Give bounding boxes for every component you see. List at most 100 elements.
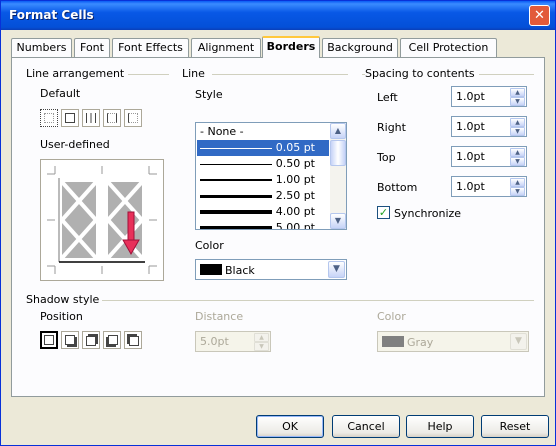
top-value: 1.0pt <box>456 150 485 163</box>
shadow-bottom-right-icon <box>65 335 75 345</box>
line-color-swatch <box>200 264 222 275</box>
line-color-dropdown[interactable]: Black ▼ <box>195 259 347 280</box>
preset-inner-vertical-button[interactable] <box>82 109 100 127</box>
right-spin-field[interactable]: 1.0pt ▲ ▼ <box>451 116 527 137</box>
shadow-none-icon <box>44 335 54 345</box>
chevron-down-icon[interactable]: ▼ <box>328 261 345 278</box>
line-color-value: Black <box>225 264 255 277</box>
line-style-label: - None - <box>200 125 244 138</box>
line-style-item[interactable]: 5.00 pt <box>197 220 329 230</box>
shadow-bottom-left-icon <box>108 335 118 345</box>
chevron-down-icon[interactable]: ▼ <box>510 333 527 350</box>
line-style-sample <box>200 164 272 165</box>
spin-up-icon[interactable]: ▲ <box>510 88 525 97</box>
line-color-label: Color <box>195 239 224 252</box>
cancel-button[interactable]: Cancel <box>332 415 400 438</box>
top-spin-field[interactable]: 1.0pt ▲ ▼ <box>451 146 527 167</box>
user-defined-label: User-defined <box>40 138 110 151</box>
shadow-distance-field[interactable]: 5.0pt ▲ ▼ <box>195 331 271 352</box>
style-label: Style <box>195 88 223 101</box>
shadow-color-dropdown[interactable]: Gray ▼ <box>377 331 529 352</box>
scroll-up-icon[interactable]: ▲ <box>330 123 346 139</box>
reset-button[interactable]: Reset <box>481 415 549 438</box>
spin-down-icon[interactable]: ▼ <box>510 187 525 196</box>
spin-up-icon[interactable]: ▲ <box>510 148 525 157</box>
checkmark-icon: ✓ <box>378 206 389 219</box>
border-left-right-icon <box>107 113 117 123</box>
shadow-color-swatch <box>382 336 404 347</box>
preset-none-button[interactable] <box>40 109 58 127</box>
line-style-scrollbar[interactable]: ▲ ▼ <box>330 123 346 229</box>
shadow-top-right-button[interactable] <box>82 331 100 349</box>
line-style-item[interactable]: 0.50 pt <box>197 156 329 172</box>
bottom-spin-field[interactable]: 1.0pt ▲ ▼ <box>451 176 527 197</box>
tab-alignment[interactable]: Alignment <box>191 38 261 57</box>
shadow-position-label: Position <box>40 310 83 323</box>
right-value: 1.0pt <box>456 120 485 133</box>
shadow-style-label: Shadow style <box>26 293 104 306</box>
line-style-label: 5.00 pt <box>275 221 315 230</box>
line-style-sample <box>200 226 272 229</box>
shadow-bottom-left-button[interactable] <box>103 331 121 349</box>
spin-down-icon[interactable]: ▼ <box>510 127 525 136</box>
line-style-item[interactable]: 2.50 pt <box>197 188 329 204</box>
spin-down-icon[interactable]: ▼ <box>254 342 269 351</box>
line-style-item[interactable]: 4.00 pt <box>197 204 329 220</box>
shadow-top-left-button[interactable] <box>124 331 142 349</box>
window-title: Format Cells <box>9 8 94 22</box>
tab-numbers[interactable]: Numbers <box>11 38 72 57</box>
preset-box-button[interactable] <box>61 109 79 127</box>
shadow-bottom-right-button[interactable] <box>61 331 79 349</box>
bottom-value: 1.0pt <box>456 180 485 193</box>
line-style-sample <box>200 195 272 198</box>
border-preview-graphic <box>47 166 157 274</box>
line-style-sample <box>200 179 272 181</box>
borders-panel: Line arrangement Default User-defined Li… <box>11 57 545 397</box>
line-style-sample <box>200 210 272 214</box>
title-bar[interactable]: Format Cells ✕ <box>1 1 555 30</box>
default-label: Default <box>40 87 81 100</box>
line-style-label: 4.00 pt <box>275 205 315 218</box>
left-spin-field[interactable]: 1.0pt ▲ ▼ <box>451 86 527 107</box>
left-value: 1.0pt <box>456 90 485 103</box>
ok-button[interactable]: OK <box>256 415 324 438</box>
shadow-color-value: Gray <box>407 336 434 349</box>
tab-font[interactable]: Font <box>74 38 110 57</box>
tab-font-effects[interactable]: Font Effects <box>112 38 189 57</box>
tab-borders[interactable]: Borders <box>262 36 320 58</box>
tab-cell-protection[interactable]: Cell Protection <box>400 38 497 57</box>
border-none-icon <box>44 113 54 123</box>
line-style-sample <box>200 148 272 149</box>
spin-up-icon[interactable]: ▲ <box>254 333 269 342</box>
shadow-distance-value: 5.0pt <box>200 335 229 348</box>
tab-background[interactable]: Background <box>322 38 398 57</box>
line-style-item[interactable]: 1.00 pt <box>197 172 329 188</box>
shadow-top-right-icon <box>86 336 96 346</box>
preset-left-right-button[interactable] <box>103 109 121 127</box>
help-button[interactable]: Help <box>406 415 474 438</box>
format-cells-dialog: Format Cells ✕ Numbers Font Font Effects… <box>0 0 556 446</box>
top-label: Top <box>377 151 396 164</box>
line-group-label: Line <box>182 67 209 80</box>
synchronize-checkbox[interactable]: ✓ <box>377 206 390 219</box>
spacing-label: Spacing to contents <box>365 67 479 80</box>
right-label: Right <box>377 121 406 134</box>
line-style-label: 0.50 pt <box>275 157 315 170</box>
bottom-label: Bottom <box>377 181 418 194</box>
spin-up-icon[interactable]: ▲ <box>510 118 525 127</box>
scroll-down-icon[interactable]: ▼ <box>330 213 346 229</box>
border-inner-vertical-icon <box>86 113 96 123</box>
border-preview[interactable] <box>40 159 164 281</box>
spin-down-icon[interactable]: ▼ <box>510 157 525 166</box>
spin-up-icon[interactable]: ▲ <box>510 178 525 187</box>
line-style-list[interactable]: - None - 0.05 pt 0.50 pt 1.00 pt 2.50 pt 4.00… <box>195 122 347 230</box>
line-style-item[interactable]: 0.05 pt <box>197 140 329 156</box>
preset-left-button[interactable] <box>124 109 142 127</box>
line-style-item[interactable]: - None - <box>197 124 329 140</box>
shadow-none-button[interactable] <box>40 331 58 349</box>
shadow-distance-label: Distance <box>195 310 244 323</box>
close-button[interactable]: ✕ <box>529 5 550 26</box>
shadow-style-rule <box>102 300 534 301</box>
spin-down-icon[interactable]: ▼ <box>510 97 525 106</box>
scroll-thumb[interactable] <box>330 140 346 166</box>
